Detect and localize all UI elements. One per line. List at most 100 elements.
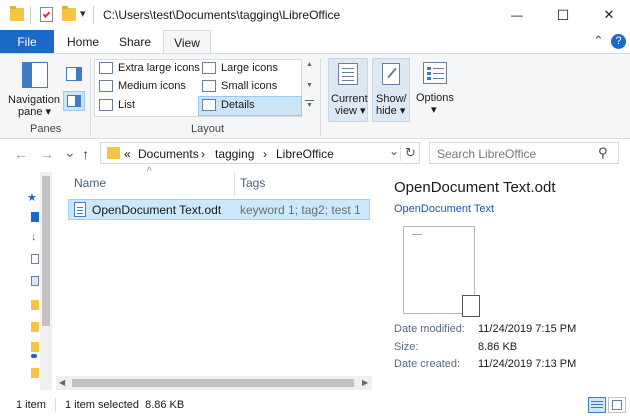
back-arrow-icon[interactable]: ← — [14, 146, 28, 162]
show-hide-icon — [382, 63, 400, 85]
breadcrumb-documents[interactable]: Documents — [138, 147, 199, 161]
properties-icon[interactable] — [40, 7, 53, 22]
sort-indicator-icon: ^ — [147, 166, 152, 177]
recent-locations-icon[interactable]: ⌄ — [64, 144, 76, 161]
layout-small-icons[interactable]: Small icons — [221, 80, 277, 93]
options-dropdown-icon[interactable]: ▾ — [431, 104, 437, 117]
small-icons-icon — [202, 80, 216, 92]
help-icon[interactable]: ? — [611, 34, 626, 49]
thumbnail-text-line — [412, 234, 422, 235]
current-view-label-2: view ▾ — [335, 105, 366, 117]
file-tags: keyword 1; tag2; test 1 — [240, 203, 361, 217]
details-pane-icon[interactable] — [63, 91, 85, 111]
preview-file-type: OpenDocument Text — [394, 203, 495, 215]
meta-size-value: 8.86 KB — [478, 341, 518, 353]
forward-arrow-icon[interactable]: → — [40, 146, 54, 162]
cloud-icon[interactable] — [31, 354, 37, 358]
scroll-right-icon[interactable]: ▶ — [362, 378, 368, 387]
quick-access-dropdown-icon[interactable]: ▾ — [80, 7, 86, 20]
minimize-button[interactable]: — — [494, 0, 540, 30]
tab-share[interactable]: Share — [112, 30, 158, 54]
tab-view[interactable]: View — [163, 30, 211, 54]
layout-details[interactable]: Details — [221, 99, 255, 112]
preview-pane-icon[interactable] — [66, 67, 82, 81]
breadcrumb-separator[interactable]: › — [263, 147, 267, 161]
navigation-pane-scroll-thumb[interactable] — [42, 176, 50, 326]
up-arrow-icon[interactable]: ↑ — [82, 146, 89, 162]
options-icon[interactable] — [423, 62, 447, 84]
layout-large-icons[interactable]: Large icons — [221, 62, 278, 75]
navigation-pane-label-2[interactable]: pane ▾ — [18, 106, 51, 119]
column-header-name[interactable]: Name — [74, 176, 106, 190]
star-icon[interactable]: ★ — [27, 191, 37, 204]
layout-medium-icons[interactable]: Medium icons — [118, 80, 186, 93]
divider — [55, 398, 56, 412]
desktop-icon[interactable] — [31, 212, 39, 222]
refresh-icon[interactable]: ↻ — [405, 145, 416, 161]
odt-file-icon — [74, 202, 86, 217]
close-button[interactable]: ✕ — [586, 0, 630, 30]
column-header-tags[interactable]: Tags — [240, 176, 265, 190]
current-view-icon — [338, 63, 358, 85]
meta-date-created-label: Date created: — [394, 358, 461, 370]
maximize-button[interactable]: ☐ — [540, 0, 586, 30]
show-hide-label-2: hide ▾ — [376, 105, 406, 117]
search-input[interactable]: Search LibreOffice — [437, 147, 536, 161]
ribbon: Navigation pane ▾ Panes Extra large icon… — [0, 53, 630, 139]
meta-date-modified-label: Date modified: — [394, 323, 465, 335]
address-dropdown-icon[interactable]: ⌄ — [389, 144, 399, 158]
pictures-icon[interactable] — [31, 276, 39, 286]
large-icons-view-icon[interactable] — [608, 397, 626, 413]
extra-large-icons-icon — [99, 62, 113, 74]
folder-icon[interactable] — [31, 368, 39, 378]
layout-extra-large-icons[interactable]: Extra large icons — [118, 62, 200, 75]
panes-group-label: Panes — [30, 123, 62, 135]
breadcrumb-tagging[interactable]: tagging — [215, 147, 254, 161]
search-icon[interactable]: ⚲ — [598, 145, 608, 161]
show-hide-button[interactable]: Show/ hide ▾ — [372, 58, 410, 122]
breadcrumb-separator[interactable]: › — [201, 147, 205, 161]
tab-file[interactable]: File — [0, 30, 54, 54]
layout-scroll-down-icon[interactable]: ▼ — [306, 82, 313, 89]
meta-date-modified-value: 11/24/2019 7:15 PM — [478, 323, 577, 335]
status-selection: 1 item selected 8.86 KB — [65, 399, 185, 411]
layout-group-label: Layout — [191, 123, 225, 135]
title-bar: ▾ C:\Users\test\Documents\tagging\LibreO… — [0, 0, 630, 30]
horizontal-scroll-thumb[interactable] — [72, 379, 354, 387]
meta-size-label: Size: — [394, 341, 419, 353]
group-separator — [320, 58, 321, 136]
folder-icon — [107, 147, 120, 159]
breadcrumb-overflow-icon[interactable]: « — [124, 147, 131, 161]
tab-home[interactable]: Home — [60, 30, 106, 54]
layout-scroll-up-icon[interactable]: ▲ — [306, 61, 313, 68]
medium-icons-icon — [99, 80, 113, 92]
search-box[interactable]: Search LibreOffice ⚲ — [429, 142, 619, 164]
folder-icon[interactable] — [31, 342, 39, 352]
breadcrumb-libreoffice[interactable]: LibreOffice — [276, 147, 334, 161]
divider — [400, 145, 401, 161]
downloads-icon[interactable]: ↓ — [31, 232, 39, 243]
details-icon — [202, 99, 216, 111]
folder-icon — [10, 6, 24, 21]
folder-icon[interactable] — [31, 300, 39, 310]
document-thumbnail — [403, 226, 480, 317]
column-separator[interactable] — [234, 172, 235, 196]
preview-title: OpenDocument Text.odt — [394, 179, 556, 196]
current-view-button[interactable]: Current view ▾ — [328, 58, 368, 122]
new-folder-icon[interactable] — [62, 6, 76, 21]
large-icons-icon — [202, 62, 216, 74]
details-view-icon[interactable] — [588, 397, 606, 413]
divider — [93, 6, 94, 24]
ribbon-tabs: File Home Share View ⌃ ? — [0, 30, 630, 54]
layout-list[interactable]: List — [118, 99, 135, 112]
address-bar[interactable]: « Documents › tagging › LibreOffice ⌄ ↻ — [100, 142, 420, 164]
layout-expand-icon[interactable]: ▼ — [305, 100, 314, 109]
folder-icon[interactable] — [31, 322, 39, 332]
status-item-count: 1 item — [16, 399, 46, 411]
documents-icon[interactable] — [31, 254, 39, 264]
window-title: C:\Users\test\Documents\tagging\LibreOff… — [103, 8, 341, 22]
help-glyph: ? — [615, 35, 622, 47]
scroll-left-icon[interactable]: ◀ — [59, 378, 65, 387]
collapse-ribbon-icon[interactable]: ⌃ — [593, 33, 604, 49]
table-row[interactable]: OpenDocument Text.odt keyword 1; tag2; t… — [68, 199, 370, 220]
